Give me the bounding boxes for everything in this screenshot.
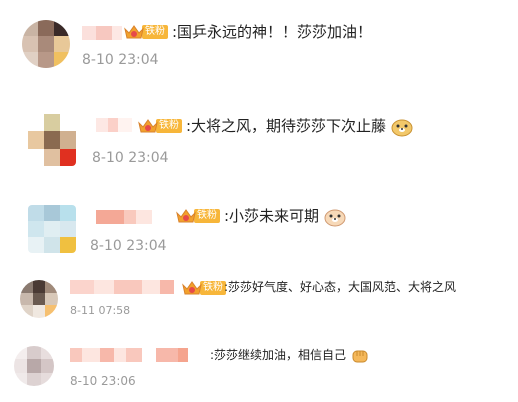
- comment-text: :莎莎继续加油，相信自己: [210, 346, 370, 365]
- avatar[interactable]: [28, 205, 76, 253]
- avatar[interactable]: [20, 280, 58, 318]
- comment-text: :莎莎好气度、好心态，大国风范、大将之风: [224, 279, 456, 295]
- comment-text-content: :小莎未来可期: [224, 207, 320, 225]
- crown-icon: [124, 24, 144, 40]
- comment-text: :国乒永远的神！！莎莎加油！: [172, 22, 372, 42]
- crown-icon: [182, 280, 202, 296]
- fan-badge: 铁粉: [124, 24, 168, 40]
- badge-label: 铁粉: [142, 25, 168, 39]
- comment-text-content: :莎莎继续加油，相信自己: [210, 348, 347, 362]
- username-blurred[interactable]: [70, 348, 188, 362]
- comment-text: :小莎未来可期: [224, 206, 346, 227]
- timestamp: 8-10 23:06: [70, 374, 136, 388]
- badge-label: 铁粉: [194, 209, 220, 223]
- avatar[interactable]: [22, 20, 70, 68]
- username-blurred[interactable]: [96, 210, 152, 224]
- badge-label: 铁粉: [156, 119, 182, 133]
- fan-badge: 铁粉: [138, 118, 182, 134]
- avatar[interactable]: [28, 114, 76, 166]
- timestamp: 8-10 23:04: [90, 238, 167, 254]
- fist-icon: [352, 350, 368, 362]
- comment-text-content: :大将之风，期待莎莎下次止藤: [186, 117, 387, 135]
- timestamp: 8-10 23:04: [92, 150, 169, 166]
- comment-text: :大将之风，期待莎莎下次止藤: [186, 116, 413, 137]
- comment-text-content: :莎莎好气度、好心态，大国风范、大将之风: [224, 280, 457, 294]
- timestamp: 8-11 07:58: [70, 304, 131, 317]
- username-blurred[interactable]: [70, 280, 174, 294]
- crown-icon: [138, 118, 158, 134]
- fan-badge: 铁粉: [176, 208, 220, 224]
- comment-text-content: :国乒永远的神！！莎莎加油！: [172, 23, 373, 41]
- timestamp: 8-10 23:04: [82, 52, 159, 68]
- badge-label: 铁粉: [200, 281, 226, 295]
- crown-icon: [176, 208, 196, 224]
- username-blurred[interactable]: [82, 26, 122, 40]
- avatar[interactable]: [14, 346, 54, 386]
- doge-face-icon: [324, 209, 346, 226]
- doge-face-icon: [391, 119, 413, 136]
- username-blurred[interactable]: [96, 118, 132, 132]
- fan-badge: 铁粉: [182, 280, 226, 296]
